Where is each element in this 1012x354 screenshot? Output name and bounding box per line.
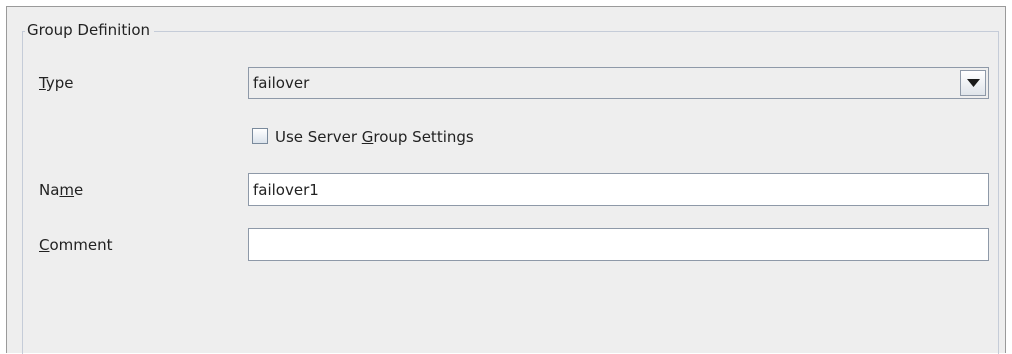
type-label-text: ype <box>45 74 74 92</box>
use-server-group-settings-label[interactable]: Use Server Group Settings <box>275 128 474 146</box>
name-label-prefix: Na <box>39 181 60 199</box>
triangle-down-icon <box>967 79 980 87</box>
comment-label-mnemonic: C <box>39 236 50 254</box>
name-input-value: failover1 <box>253 181 319 199</box>
type-label-mnemonic: T <box>39 74 46 92</box>
type-combobox[interactable]: failover <box>248 67 989 99</box>
comment-input[interactable] <box>248 228 989 261</box>
dialog-panel: Group Definition Type failover Use Serve… <box>6 6 1006 354</box>
comment-label: Comment <box>39 236 113 254</box>
type-label: Type <box>39 74 73 92</box>
type-selected-value: failover <box>253 74 310 92</box>
type-dropdown-button[interactable] <box>960 70 986 96</box>
name-input[interactable]: failover1 <box>248 173 989 206</box>
use-server-group-label-prefix: Use Server <box>275 128 362 146</box>
use-server-group-settings-checkbox[interactable] <box>252 128 268 144</box>
comment-label-text: omment <box>49 236 113 254</box>
use-server-group-label-suffix: roup Settings <box>373 128 474 146</box>
name-label: Name <box>39 181 83 199</box>
group-definition-title: Group Definition <box>25 21 155 39</box>
name-label-suffix: e <box>74 181 84 199</box>
use-server-group-label-mnemonic: G <box>361 128 374 146</box>
name-label-mnemonic: m <box>59 181 75 199</box>
